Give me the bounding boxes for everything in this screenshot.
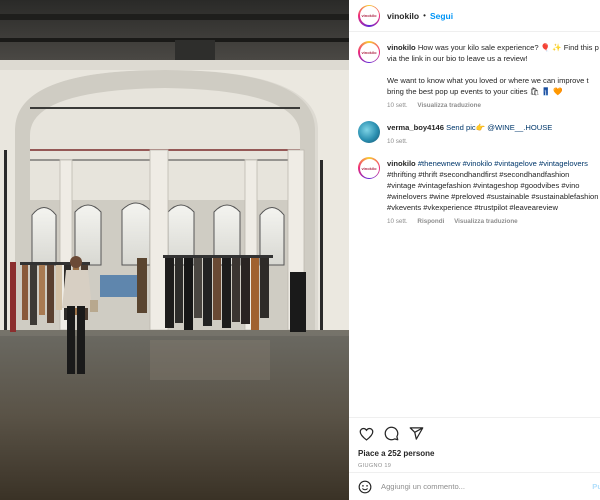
post-header: vinokilo vinokilo • Segui — [349, 0, 600, 32]
comment-username[interactable]: vinokilo — [387, 43, 416, 52]
comment-username[interactable]: vinokilo — [387, 159, 416, 168]
post-author-username[interactable]: vinokilo — [387, 11, 419, 21]
comment-meta: 10 sett. Visualizza traduzione — [387, 102, 600, 109]
comment-line: vinokilo #thenewnew #vinokilo #vintagelo… — [387, 158, 600, 169]
avatar-logo: vinokilo — [359, 6, 379, 25]
heart-icon — [359, 427, 374, 441]
hashtag-text[interactable]: #thenewnew #vinokilo #vintagelove #vinta… — [418, 159, 588, 168]
hashtag-text[interactable]: #vkevents #vkexperience #trustpilot #lea… — [387, 202, 600, 213]
follow-button[interactable]: Segui — [430, 11, 453, 21]
comment-text: bring the best pop up events to your cit… — [387, 87, 563, 96]
avatar[interactable]: vinokilo — [358, 4, 380, 27]
see-translation-button[interactable]: Visualizza traduzione — [454, 218, 518, 225]
publish-button[interactable]: Pu — [592, 482, 600, 491]
comment-text: Send pic👉 @WINE__.HOUSE — [446, 123, 553, 132]
post-side-panel: vinokilo vinokilo • Segui vinokilo vinok… — [349, 0, 600, 500]
comment-text: How was your kilo sale experience? 🎈 ✨ F… — [417, 43, 599, 52]
smiley-icon — [358, 480, 372, 493]
post-date[interactable]: GIUGNO 19 — [358, 463, 391, 469]
hashtag-text[interactable]: #vintage #vintagefashion #vintageshop #g… — [387, 180, 600, 191]
comment-input[interactable] — [381, 482, 571, 491]
comment-text: We want to know what you loved or where … — [387, 76, 589, 85]
comment-bubble-icon — [384, 426, 399, 441]
comment: verma_boy4146 Send pic👉 @WINE__.HOUSE 10… — [349, 113, 600, 145]
comment-username[interactable]: verma_boy4146 — [387, 123, 444, 132]
store-interior-photo — [0, 0, 349, 500]
emoji-button[interactable] — [358, 480, 372, 494]
comment-button[interactable] — [383, 425, 400, 442]
like-button[interactable] — [358, 425, 375, 442]
comment-time[interactable]: 10 sett. — [387, 138, 408, 145]
comments-list[interactable]: vinokilo vinokilo How was your kilo sale… — [349, 33, 600, 416]
avatar[interactable] — [358, 121, 380, 143]
reply-button[interactable]: Rispondi — [417, 218, 444, 225]
comment-meta: 10 sett. — [387, 138, 600, 145]
add-comment-bar: Pu — [349, 472, 600, 500]
share-button[interactable] — [408, 425, 425, 442]
caption-comment: vinokilo vinokilo How was your kilo sale… — [349, 33, 600, 109]
post-photo[interactable] — [0, 0, 349, 500]
avatar-logo: vinokilo — [359, 158, 379, 178]
avatar[interactable]: vinokilo — [358, 157, 380, 179]
comment-time[interactable]: 10 sett. — [387, 102, 408, 109]
comment-line: verma_boy4146 Send pic👉 @WINE__.HOUSE — [387, 122, 600, 133]
post-actions — [349, 417, 600, 447]
see-translation-button[interactable]: Visualizza traduzione — [417, 102, 481, 109]
comment-meta: 10 sett. Rispondi Visualizza traduzione — [387, 218, 600, 225]
hashtag-text[interactable]: #thrifting #thrift #secondhandfirst #sec… — [387, 169, 600, 180]
comment-line: vinokilo How was your kilo sale experien… — [387, 42, 600, 53]
comment: vinokilo vinokilo #thenewnew #vinokilo #… — [349, 149, 600, 225]
hashtag-text[interactable]: #winelovers #wine #preloved #sustainable… — [387, 191, 600, 202]
comment-text: via the link in our bio to leave us a re… — [387, 54, 528, 63]
separator-dot: • — [423, 11, 426, 20]
likes-count[interactable]: Piace a 252 persone — [358, 449, 435, 458]
avatar-logo: vinokilo — [359, 42, 379, 62]
paper-plane-icon — [409, 427, 424, 440]
comment-time[interactable]: 10 sett. — [387, 218, 408, 225]
avatar[interactable]: vinokilo — [358, 41, 380, 63]
